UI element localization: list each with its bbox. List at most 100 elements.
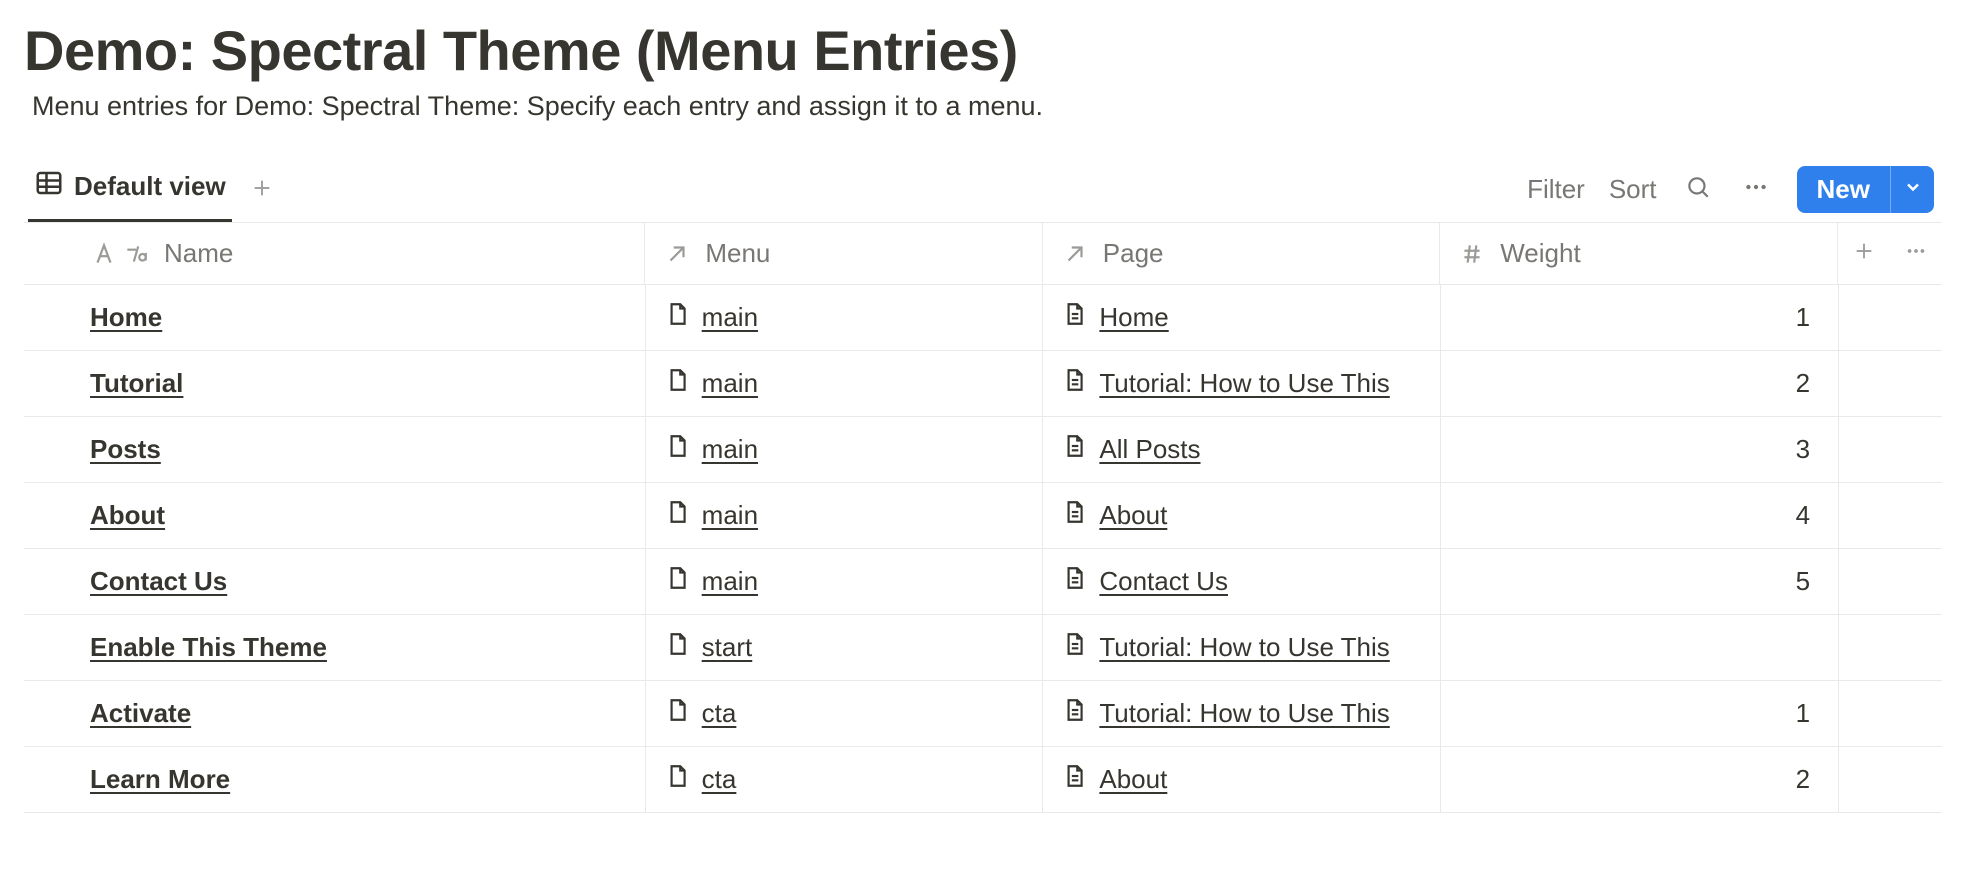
relation-chip[interactable]: start [664, 628, 753, 667]
relation-chip[interactable]: cta [664, 694, 737, 733]
cell-spacer [1891, 615, 1942, 680]
relation-chip[interactable]: Tutorial: How to Use This [1061, 364, 1389, 403]
column-header-weight[interactable]: Weight [1440, 223, 1838, 284]
table-row[interactable]: Tutorial main Tutorial: How to Use This … [24, 351, 1942, 417]
relation-value: About [1099, 764, 1167, 795]
new-button[interactable]: New [1797, 166, 1934, 213]
cell-spacer [1839, 417, 1890, 482]
cell-weight[interactable]: 2 [1441, 747, 1839, 812]
cell-menu[interactable]: cta [646, 747, 1044, 812]
relation-chip[interactable]: About [1061, 496, 1167, 535]
table-row[interactable]: Home main Home 1 [24, 285, 1942, 351]
new-button-dropdown[interactable] [1890, 166, 1934, 213]
column-header-name[interactable]: Name [24, 223, 645, 284]
sort-button[interactable]: Sort [1609, 174, 1657, 205]
column-header-label: Weight [1500, 238, 1580, 269]
row-title[interactable]: Learn More [90, 764, 230, 795]
relation-chip[interactable]: main [664, 562, 758, 601]
add-view-button[interactable] [244, 170, 280, 206]
table-row[interactable]: About main About 4 [24, 483, 1942, 549]
file-icon [664, 760, 690, 799]
relation-chip[interactable]: All Posts [1061, 430, 1200, 469]
chevron-down-icon [1903, 177, 1923, 202]
cell-spacer [1891, 549, 1942, 614]
cell-menu[interactable]: main [646, 417, 1044, 482]
cell-page[interactable]: Tutorial: How to Use This [1043, 681, 1441, 746]
cell-name[interactable]: Activate [24, 681, 646, 746]
cell-name[interactable]: Enable This Theme [24, 615, 646, 680]
cell-weight[interactable]: 3 [1441, 417, 1839, 482]
cell-name[interactable]: Tutorial [24, 351, 646, 416]
page-title[interactable]: Demo: Spectral Theme (Menu Entries) [24, 18, 1942, 83]
cell-page[interactable]: Tutorial: How to Use This [1043, 351, 1441, 416]
relation-chip[interactable]: cta [664, 760, 737, 799]
cell-name[interactable]: About [24, 483, 646, 548]
cell-menu[interactable]: main [646, 285, 1044, 350]
cell-page[interactable]: Contact Us [1043, 549, 1441, 614]
relation-chip[interactable]: Home [1061, 298, 1168, 337]
search-button[interactable] [1681, 172, 1715, 206]
relation-chip[interactable]: main [664, 430, 758, 469]
cell-weight[interactable]: 5 [1441, 549, 1839, 614]
cell-weight[interactable]: 1 [1441, 285, 1839, 350]
cell-spacer [1839, 615, 1890, 680]
table-row[interactable]: Posts main All Posts 3 [24, 417, 1942, 483]
column-more-button[interactable] [1890, 223, 1942, 284]
page-icon [1061, 562, 1087, 601]
relation-chip[interactable]: main [664, 496, 758, 535]
cell-name[interactable]: Home [24, 285, 646, 350]
cell-menu[interactable]: main [646, 549, 1044, 614]
add-column-button[interactable] [1838, 223, 1890, 284]
more-button[interactable] [1739, 172, 1773, 206]
table-row[interactable]: Activate cta Tutorial: How to Use This 1 [24, 681, 1942, 747]
cell-spacer [1891, 285, 1942, 350]
cell-menu[interactable]: start [646, 615, 1044, 680]
relation-chip[interactable]: About [1061, 760, 1167, 799]
cell-page[interactable]: Tutorial: How to Use This [1043, 615, 1441, 680]
column-header-page[interactable]: Page [1043, 223, 1440, 284]
page-icon [1061, 496, 1087, 535]
relation-chip[interactable]: main [664, 298, 758, 337]
cell-name[interactable]: Learn More [24, 747, 646, 812]
view-tab-label: Default view [74, 171, 226, 202]
weight-value: 1 [1796, 698, 1810, 729]
cell-menu[interactable]: main [646, 483, 1044, 548]
table-icon [34, 168, 64, 205]
column-header-menu[interactable]: Menu [645, 223, 1042, 284]
table-row[interactable]: Enable This Theme start Tutorial: How to… [24, 615, 1942, 681]
cell-weight[interactable] [1441, 615, 1839, 680]
view-tab-default[interactable]: Default view [28, 162, 232, 222]
row-title[interactable]: Posts [90, 434, 161, 465]
row-title[interactable]: Enable This Theme [90, 632, 327, 663]
file-icon [664, 298, 690, 337]
table-row[interactable]: Learn More cta About 2 [24, 747, 1942, 813]
relation-value: About [1099, 500, 1167, 531]
relation-value: main [702, 302, 758, 333]
weight-value: 1 [1796, 302, 1810, 333]
relation-chip[interactable]: Tutorial: How to Use This [1061, 694, 1389, 733]
cell-page[interactable]: About [1043, 483, 1441, 548]
page-icon [1061, 760, 1087, 799]
relation-chip[interactable]: Contact Us [1061, 562, 1228, 601]
cell-page[interactable]: Home [1043, 285, 1441, 350]
relation-chip[interactable]: Tutorial: How to Use This [1061, 628, 1389, 667]
cell-page[interactable]: All Posts [1043, 417, 1441, 482]
row-title[interactable]: Contact Us [90, 566, 227, 597]
row-title[interactable]: Home [90, 302, 162, 333]
filter-button[interactable]: Filter [1527, 174, 1585, 205]
row-title[interactable]: Tutorial [90, 368, 183, 399]
cell-weight[interactable]: 4 [1441, 483, 1839, 548]
table-row[interactable]: Contact Us main Contact Us 5 [24, 549, 1942, 615]
cell-weight[interactable]: 1 [1441, 681, 1839, 746]
cell-page[interactable]: About [1043, 747, 1441, 812]
relation-chip[interactable]: main [664, 364, 758, 403]
row-title[interactable]: About [90, 500, 165, 531]
cell-menu[interactable]: main [646, 351, 1044, 416]
cell-name[interactable]: Contact Us [24, 549, 646, 614]
page-subtitle[interactable]: Menu entries for Demo: Spectral Theme: S… [32, 91, 1942, 122]
cell-menu[interactable]: cta [646, 681, 1044, 746]
row-title[interactable]: Activate [90, 698, 191, 729]
file-icon [664, 364, 690, 403]
cell-weight[interactable]: 2 [1441, 351, 1839, 416]
cell-name[interactable]: Posts [24, 417, 646, 482]
